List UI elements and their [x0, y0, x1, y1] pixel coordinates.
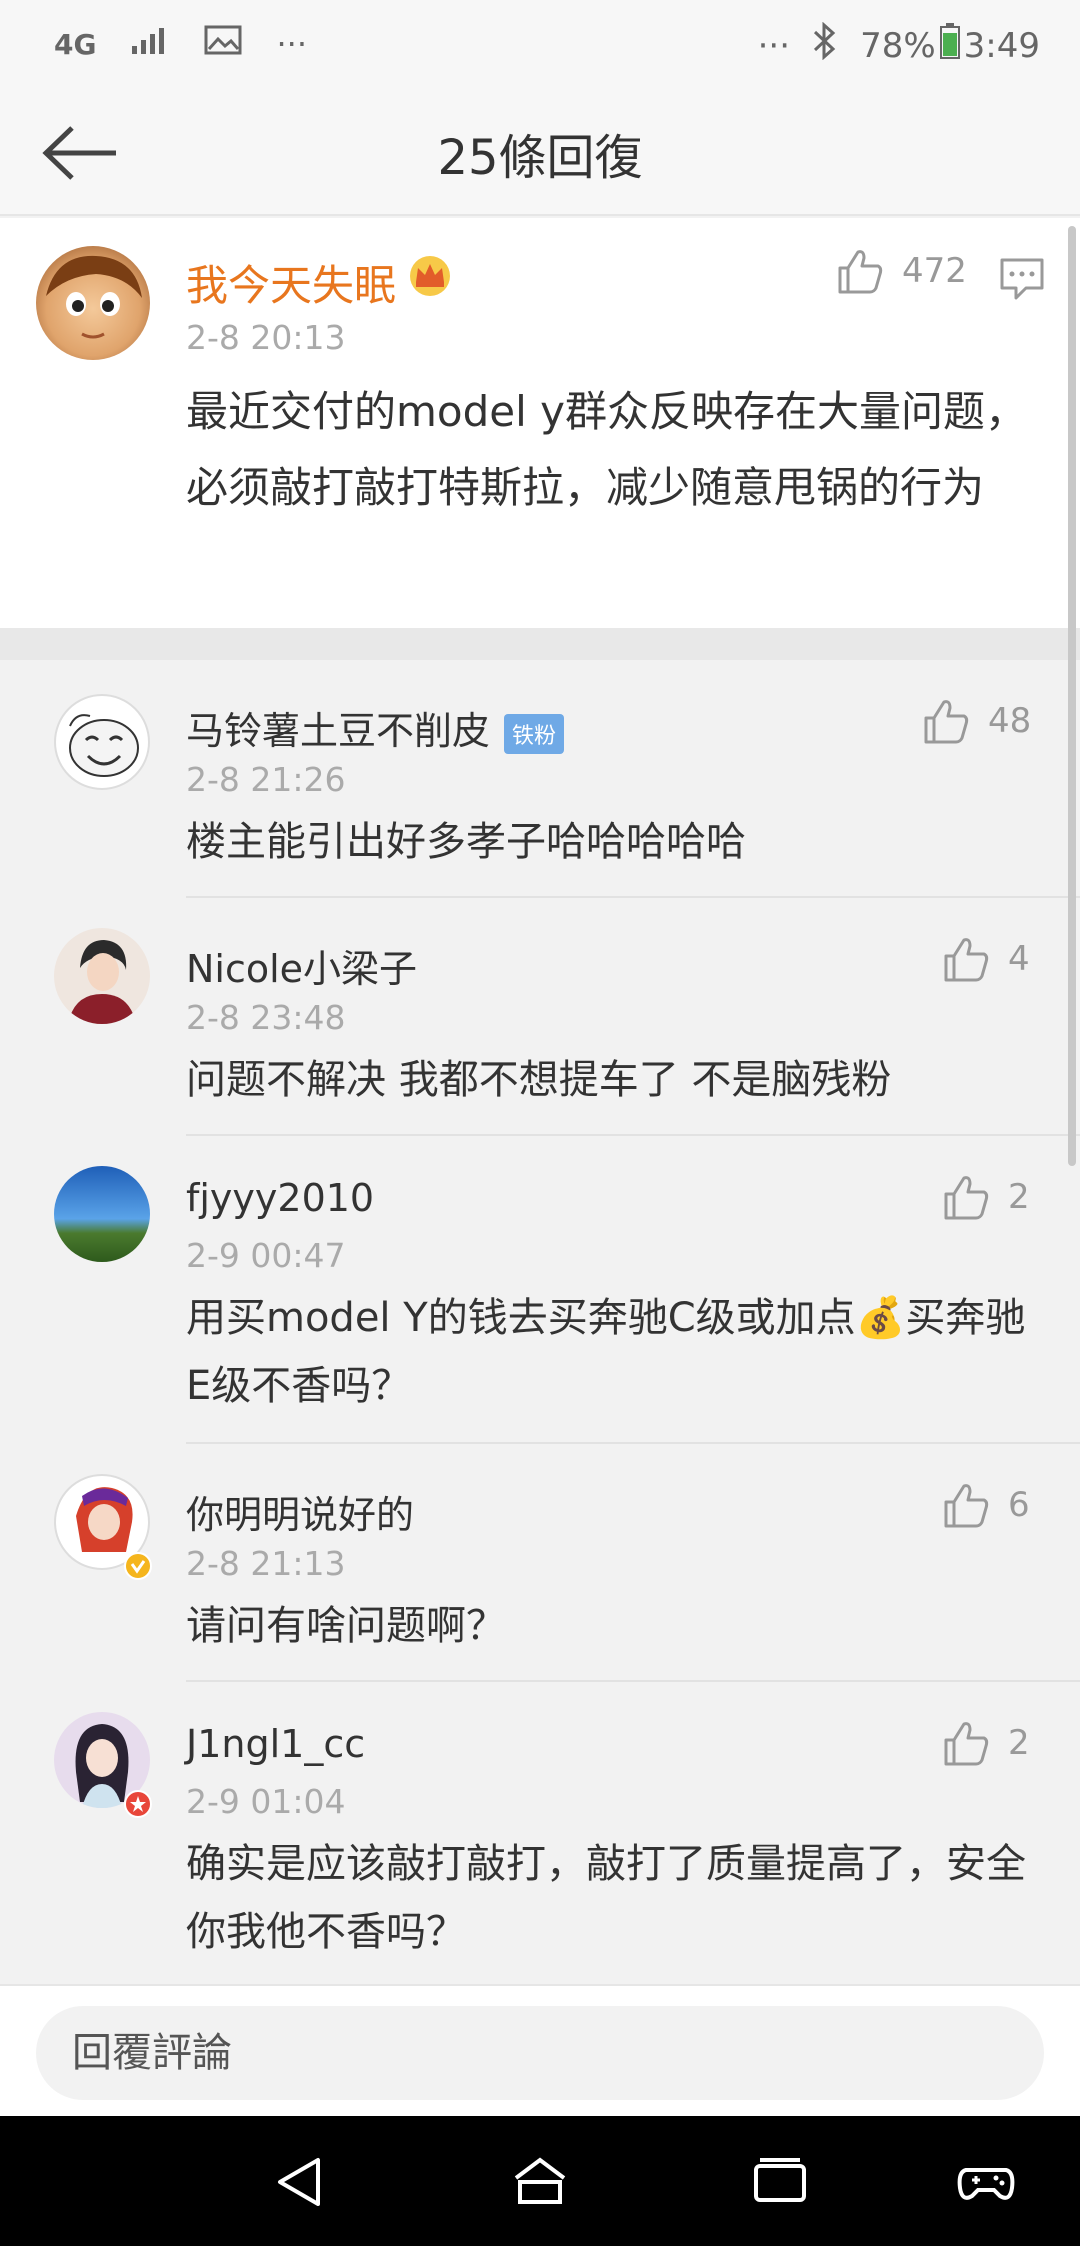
- recents-icon: [754, 2158, 806, 2202]
- timestamp: 2-8 23:48: [186, 998, 346, 1037]
- signal-icon: [130, 24, 170, 64]
- reply-button[interactable]: [998, 256, 1046, 306]
- reply-item[interactable]: Nicole小梁子 2-8 23:48 4 问题不解决 我都不想提车了 不是脑残…: [0, 898, 1080, 1136]
- thumbs-up-icon: [838, 250, 883, 294]
- gamepad-icon: [957, 2168, 1015, 2200]
- comment-icon: [1000, 258, 1044, 300]
- username[interactable]: 马铃薯土豆不削皮 铁粉: [186, 700, 565, 755]
- like-count: 4: [1008, 939, 1030, 979]
- reply-item[interactable]: 马铃薯土豆不削皮 铁粉 2-8 21:26 48 楼主能引出好多孝子哈哈哈哈哈: [0, 660, 1080, 898]
- battery-icon: [939, 23, 960, 68]
- more-notifications-icon: ···: [276, 25, 307, 63]
- avatar[interactable]: [36, 246, 150, 360]
- username[interactable]: 你明明说好的: [186, 1484, 414, 1539]
- page-title: 25條回復: [437, 130, 643, 186]
- battery-percent: 78%: [860, 25, 936, 66]
- verified-badge-icon: [124, 1790, 152, 1822]
- verified-badge-icon: [124, 1552, 152, 1584]
- avatar[interactable]: [54, 694, 150, 790]
- like-count: 472: [902, 251, 967, 291]
- timestamp: 2-8 21:26: [186, 760, 346, 799]
- system-recents-button[interactable]: [750, 2152, 810, 2212]
- like-count: 2: [1008, 1177, 1030, 1217]
- reply-input[interactable]: [36, 2006, 1044, 2100]
- timestamp: 2-8 21:13: [186, 1544, 346, 1583]
- username[interactable]: fjyyy2010: [186, 1176, 374, 1220]
- system-home-button[interactable]: [510, 2152, 570, 2212]
- system-navigation-bar: [0, 2116, 1080, 2246]
- thumbs-up-icon: [944, 1484, 989, 1528]
- like-button[interactable]: 4: [942, 936, 1030, 982]
- thumbs-up-icon: [924, 700, 969, 744]
- reply-item[interactable]: J1ngl1_cc 2-9 01:04 2 确实是应该敲打敲打，敲打了质量提高了…: [0, 1682, 1080, 1988]
- root-comment[interactable]: 我今天失眠 2-8 20:13 472 最近交付的model y群众反映存在大量…: [0, 218, 1080, 628]
- thumbs-up-icon: [944, 1722, 989, 1766]
- comment-text: 请问有啥问题啊？: [186, 1603, 506, 1649]
- thumbs-up-icon: [944, 938, 989, 982]
- like-count: 2: [1008, 1723, 1030, 1763]
- thumbs-up-icon: [944, 1176, 989, 1220]
- comment-text: 问题不解决 我都不想提车了 不是脑残粉: [186, 1057, 892, 1103]
- like-button[interactable]: 472: [836, 248, 967, 294]
- timestamp: 2-9 01:04: [186, 1782, 346, 1821]
- like-button[interactable]: 2: [942, 1720, 1030, 1766]
- scrollbar[interactable]: [1068, 226, 1076, 1166]
- reply-item[interactable]: 你明明说好的 2-8 21:13 6 请问有啥问题啊？: [0, 1444, 1080, 1682]
- bluetooth-icon: [812, 21, 838, 69]
- clock: 3:49: [963, 25, 1040, 66]
- username[interactable]: Nicole小梁子: [186, 938, 417, 993]
- system-back-button[interactable]: [270, 2152, 330, 2212]
- username[interactable]: J1ngl1_cc: [186, 1722, 365, 1766]
- comment-text: 楼主能引出好多孝子哈哈哈哈哈: [186, 819, 746, 865]
- like-count: 48: [988, 701, 1032, 741]
- reply-item[interactable]: fjyyy2010 2-9 00:47 2 用买model Y的钱去买奔驰C级或…: [0, 1136, 1080, 1444]
- like-button[interactable]: 6: [942, 1482, 1030, 1528]
- like-button[interactable]: 2: [942, 1174, 1030, 1220]
- status-bar: 4G ··· ··· 78% 3:49: [0, 0, 1080, 88]
- triangle-back-icon: [278, 2158, 320, 2206]
- comment-text: 确实是应该敲打敲打，敲打了质量提高了，安全你我他不香吗？: [186, 1841, 1026, 1955]
- like-count: 6: [1008, 1485, 1030, 1525]
- fan-badge: 铁粉: [504, 713, 565, 754]
- username[interactable]: 我今天失眠: [186, 252, 396, 313]
- more-status-icon: ···: [757, 25, 791, 66]
- game-mode-button[interactable]: [956, 2152, 1016, 2212]
- avatar[interactable]: [54, 1166, 150, 1262]
- section-divider: [0, 628, 1080, 660]
- vip-crown-icon: [406, 252, 454, 304]
- comment-text: 用买model Y的钱去买奔驰C级或加点💰买奔驰E级不香吗？: [186, 1295, 1026, 1409]
- timestamp: 2-8 20:13: [186, 318, 346, 357]
- reply-input-bar: [0, 1984, 1080, 2116]
- comment-thread[interactable]: 我今天失眠 2-8 20:13 472 最近交付的model y群众反映存在大量…: [0, 218, 1080, 1988]
- like-button[interactable]: 48: [922, 698, 1031, 744]
- image-icon: [204, 24, 242, 64]
- comment-text: 最近交付的model y群众反映存在大量问题，必须敲打敲打特斯拉，减少随意甩锅的…: [186, 387, 1027, 512]
- home-icon: [514, 2157, 566, 2204]
- avatar[interactable]: [54, 928, 150, 1024]
- timestamp: 2-9 00:47: [186, 1236, 346, 1275]
- nav-bar: 25條回復: [0, 88, 1080, 216]
- network-indicator: 4G: [54, 27, 97, 61]
